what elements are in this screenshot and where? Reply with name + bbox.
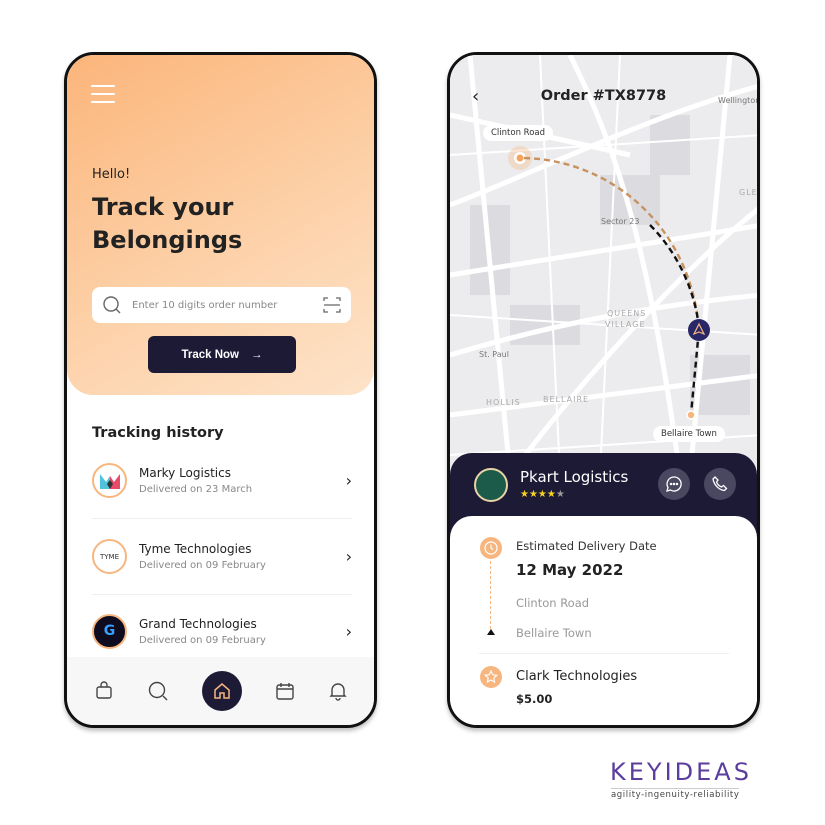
search-icon [103,296,121,314]
home-screen: Hello! Track your Belongings Track Now→ … [64,52,377,728]
history-item[interactable]: Marky Logistics Delivered on 23 March › [92,443,352,519]
map-label: HOLLIS [486,398,521,407]
call-button[interactable] [704,468,736,500]
carrier-rating: ★★★★★ [520,489,565,500]
scan-icon[interactable] [323,296,341,314]
grand-logo: G [92,613,127,649]
chat-icon [666,476,682,492]
tracking-history-title: Tracking history [92,425,224,441]
tyme-logo: TYME [92,539,127,574]
route-from: Clinton Road [516,596,590,610]
destination-marker-icon [487,629,495,635]
search-icon[interactable] [147,680,169,702]
brand-tagline: agility-ingenuity-reliability [611,788,740,800]
clock-icon [480,537,502,559]
map-roads [450,55,757,477]
track-now-button[interactable]: Track Now → [148,336,296,373]
history-name: Grand Technologies [139,616,257,631]
map-label: St. Paul [479,350,509,359]
estimated-date: 12 May 2022 [516,561,624,579]
bell-icon[interactable] [328,681,348,701]
star-icon [480,666,502,688]
pkart-logo [474,468,508,502]
bottom-nav [67,657,374,725]
chevron-right-icon: › [345,547,352,566]
map-label: QUEENS [607,309,647,318]
map[interactable]: Wellington Sector 23 QUEENS VILLAGE St. … [450,55,758,477]
chevron-right-icon: › [345,621,352,641]
map-label: GLE [739,188,758,197]
delivery-card: Estimated Delivery Date 12 May 2022 Clin… [450,516,757,725]
arrow-right-icon: → [251,348,263,361]
history-name: Tyme Technologies [139,542,252,556]
chevron-right-icon: › [345,471,352,490]
timeline-line [490,561,491,629]
history-status: Delivered on 23 March [139,484,253,495]
menu-icon[interactable] [91,85,115,103]
history-item[interactable]: TYME Tyme Technologies Delivered on 09 Fe… [92,519,352,595]
map-label: Sector 23 [601,217,640,226]
order-screen: Wellington Sector 23 QUEENS VILLAGE St. … [447,52,760,728]
map-label: VILLAGE [605,320,646,329]
history-status: Delivered on 09 February [139,634,266,646]
route-to: Bellaire Town [516,626,592,640]
courier-location-icon[interactable] [687,318,711,342]
home-icon[interactable] [201,671,242,711]
phone-icon [712,476,728,492]
estimated-label: Estimated Delivery Date [516,539,657,553]
greeting: Hello! [92,167,131,182]
carrier-name: Pkart Logistics [520,468,629,486]
destination-pill: Bellaire Town [653,426,725,442]
bag-icon[interactable] [94,681,114,701]
history-status: Delivered on 09 February [139,560,266,571]
company-name: Clark Technologies [516,669,638,684]
track-now-label: Track Now [181,348,240,361]
order-number-input[interactable] [132,299,323,311]
history-name: Marky Logistics [139,466,231,480]
price: $5.00 [516,692,553,706]
map-label: BELLAIRE [543,395,590,404]
calendar-icon[interactable] [275,681,295,701]
brand-logo: KEYIDEAS [610,758,752,786]
page-title: Track your Belongings [92,193,243,254]
order-search [92,287,351,323]
divider [479,653,729,654]
chat-button[interactable] [658,468,690,500]
order-title: Order #TX8778 [540,88,667,104]
marky-logo [92,463,127,498]
origin-pill: Clinton Road [483,125,553,141]
